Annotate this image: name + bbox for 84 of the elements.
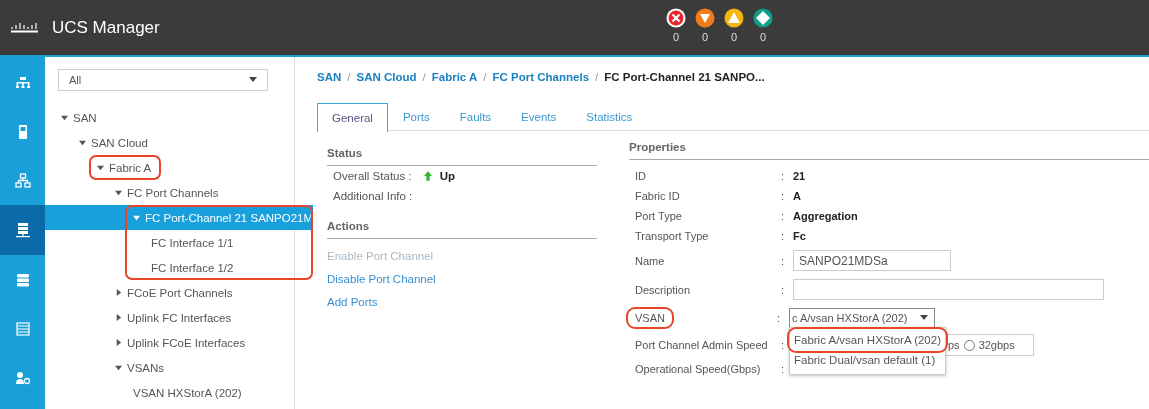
name-field[interactable]: SANPO21MDSa xyxy=(793,250,951,271)
action-link[interactable]: Add Ports xyxy=(327,296,597,308)
colon: : xyxy=(781,210,786,222)
description-field[interactable] xyxy=(793,279,1104,300)
app-title: UCS Manager xyxy=(52,17,160,38)
breadcrumb-separator: / xyxy=(347,71,351,83)
breadcrumb-separator: / xyxy=(595,71,599,83)
caret-down-icon[interactable] xyxy=(61,114,68,121)
property-label: Name xyxy=(635,254,666,267)
tree-item[interactable]: FC Interface 1/2 xyxy=(45,255,314,280)
breadcrumb-link[interactable]: FC Port Channels xyxy=(492,71,590,83)
colon: : xyxy=(781,339,786,351)
fault-count: 0 xyxy=(759,31,767,43)
section-heading: Actions xyxy=(327,216,597,239)
dropdown-option[interactable]: Fabric A/vsan HXStorA (202) xyxy=(789,330,945,350)
breadcrumb-separator: / xyxy=(483,71,487,83)
property-value: 21 xyxy=(793,170,806,182)
tab[interactable]: General xyxy=(317,103,388,132)
caret-right-icon[interactable] xyxy=(115,314,122,321)
colon: : xyxy=(781,363,786,375)
caret-right-icon[interactable] xyxy=(115,289,122,296)
tree-item[interactable]: FC Port Channels xyxy=(45,180,314,205)
close-circle-icon[interactable] xyxy=(666,8,686,28)
property-label: Port Channel Admin Speed xyxy=(635,339,769,351)
equipment-icon xyxy=(14,74,31,91)
status-value: Up xyxy=(439,170,455,182)
dropdown-option[interactable]: Fabric Dual/vsan default (1) xyxy=(789,350,945,370)
breadcrumb-separator: / xyxy=(422,71,426,83)
property-label: VSAN xyxy=(629,310,671,326)
lan-icon xyxy=(14,172,31,189)
property-label: Transport Type xyxy=(635,230,710,242)
fault-count: 0 xyxy=(730,31,738,43)
colon: : xyxy=(781,283,786,296)
caret-right-icon[interactable] xyxy=(115,339,122,346)
tree-item[interactable]: VSANs xyxy=(45,355,314,380)
fault-count: 0 xyxy=(701,31,709,43)
breadcrumb-link[interactable]: SAN xyxy=(317,71,342,83)
tree-item[interactable]: FC Interface 1/1 xyxy=(45,230,314,255)
caret-down-icon[interactable] xyxy=(115,364,122,371)
tree-item[interactable]: Uplink FCoE Interfaces xyxy=(45,330,314,355)
property-value: A xyxy=(793,190,801,202)
section-heading: Properties xyxy=(629,137,1149,160)
caret-down-icon xyxy=(249,77,257,83)
property-value: Fc xyxy=(793,230,806,242)
property-label: ID xyxy=(635,170,647,182)
caret-down-icon[interactable] xyxy=(115,189,122,196)
property-label: Description xyxy=(635,283,692,296)
tree-item[interactable]: Fabric A xyxy=(45,155,314,180)
caret-down-icon[interactable] xyxy=(79,139,86,146)
option-fragment: ps xyxy=(948,339,960,351)
tree-item[interactable]: Uplink FC Interfaces xyxy=(45,305,314,330)
colon: : xyxy=(781,170,786,182)
fault-count: 0 xyxy=(672,31,680,43)
tree-item[interactable]: FCoE Port Channels xyxy=(45,280,314,305)
colon: : xyxy=(781,230,786,242)
nav-tab[interactable] xyxy=(0,205,45,255)
vsan-dropdown[interactable]: c A/vsan HXStorA (202) xyxy=(788,308,935,328)
property-value: Aggregation xyxy=(793,210,858,222)
info-label: Additional Info : xyxy=(333,190,413,202)
breadcrumb-link[interactable]: Fabric A xyxy=(431,71,478,83)
radio-label: 32gbps xyxy=(978,339,1015,351)
filter-dropdown[interactable]: All xyxy=(58,69,268,91)
breadcrumb-link[interactable]: SAN Cloud xyxy=(356,71,417,83)
up-arrow-icon xyxy=(423,171,432,181)
diamond-icon[interactable] xyxy=(753,8,773,28)
property-label: Fabric ID xyxy=(635,190,681,202)
logo-icon xyxy=(10,21,40,34)
colon: : xyxy=(781,190,786,202)
san-icon xyxy=(14,222,31,238)
property-label: Port Type xyxy=(635,210,683,222)
caret-down-icon[interactable] xyxy=(97,164,104,171)
vm-icon xyxy=(14,271,31,288)
colon: : xyxy=(781,254,786,267)
action-link[interactable]: Disable Port Channel xyxy=(327,273,597,285)
tree-item[interactable]: VSAN HXStorA (202) xyxy=(45,380,314,405)
section-heading: Status xyxy=(327,143,597,166)
property-label: Operational Speed(Gbps) xyxy=(635,363,762,375)
colon: : xyxy=(776,312,782,324)
tree-item[interactable]: SAN xyxy=(45,105,314,130)
status-label: Overall Status : xyxy=(333,170,412,182)
admin-icon xyxy=(14,369,31,386)
tree-item[interactable]: SAN Cloud xyxy=(45,130,314,155)
caret-down-icon xyxy=(919,315,928,321)
storage-icon xyxy=(14,320,31,337)
